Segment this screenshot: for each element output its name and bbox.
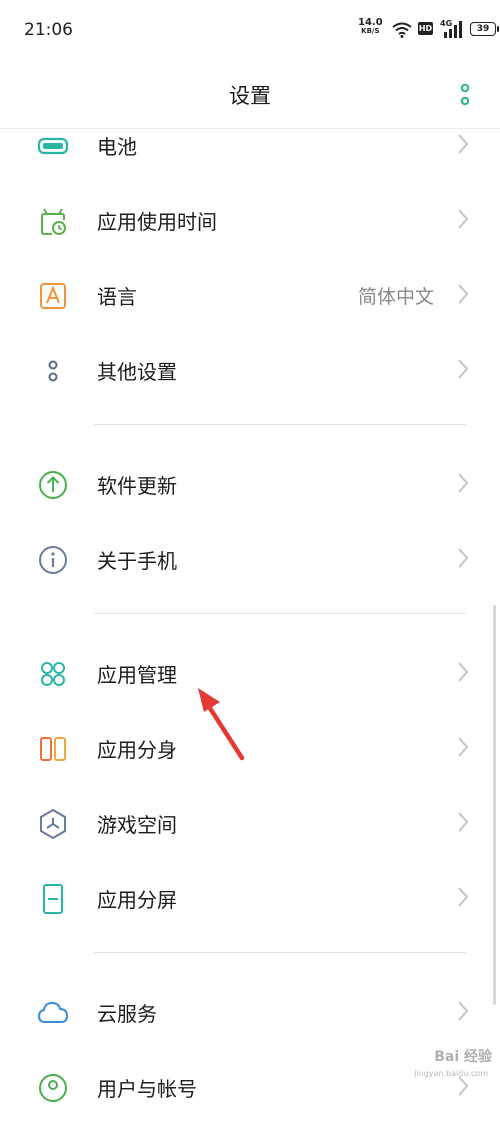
settings-item-other-settings[interactable]: 其他设置 <box>0 331 500 406</box>
settings-item-label: 语言 <box>97 285 137 309</box>
language-value: 简体中文 <box>357 286 434 308</box>
chevron-right-icon <box>458 662 469 682</box>
settings-item-label: 游戏空间 <box>97 813 177 837</box>
settings-item-label: 应用管理 <box>97 663 177 687</box>
settings-item-about-phone[interactable]: 关于手机 <box>0 520 500 595</box>
chevron-right-icon <box>458 359 469 379</box>
status-bar: 21:06 14.0 KB/S HD 4G 39 <box>0 0 500 60</box>
chevron-right-icon <box>458 548 469 568</box>
network-speed-value: 14.0 <box>358 17 383 28</box>
game-space-icon <box>40 808 66 840</box>
user-account-icon <box>39 1074 67 1102</box>
chevron-right-icon <box>458 473 469 493</box>
settings-item-software-update[interactable]: 软件更新 <box>0 445 500 520</box>
settings-item-label: 关于手机 <box>97 549 177 573</box>
settings-item-label: 用户与帐号 <box>97 1077 197 1101</box>
settings-item-language[interactable]: 语言 简体中文 <box>0 256 500 331</box>
settings-item-user-account[interactable]: 用户与帐号 <box>0 1048 500 1123</box>
settings-item-label: 云服务 <box>97 1002 157 1026</box>
language-icon <box>40 283 66 309</box>
battery-icon <box>37 137 69 155</box>
chevron-right-icon <box>458 284 469 304</box>
settings-item-split-screen[interactable]: 应用分屏 <box>0 859 500 934</box>
scrollbar[interactable] <box>493 605 496 1005</box>
cloud-icon <box>37 1001 69 1023</box>
settings-item-label: 应用分屏 <box>97 888 177 912</box>
settings-item-label: 应用分身 <box>97 738 177 762</box>
settings-item-game-space[interactable]: 游戏空间 <box>0 784 500 859</box>
network-speed: 14.0 KB/S <box>358 18 383 36</box>
status-time: 21:06 <box>24 20 73 40</box>
settings-item-screen-time[interactable]: 应用使用时间 <box>0 181 500 256</box>
chevron-right-icon <box>458 737 469 757</box>
chevron-right-icon <box>458 209 469 229</box>
settings-item-cloud-service[interactable]: 云服务 <box>0 973 500 1048</box>
network-speed-unit: KB/S <box>361 27 380 35</box>
info-icon <box>39 546 67 574</box>
app-clone-icon <box>40 737 66 761</box>
chevron-right-icon <box>458 134 469 154</box>
section-divider <box>94 952 466 953</box>
hd-badge: HD <box>418 22 433 35</box>
section-divider <box>94 424 466 425</box>
split-screen-icon <box>43 884 63 914</box>
more-vertical-icon[interactable] <box>458 82 472 108</box>
update-icon <box>39 471 67 499</box>
settings-item-label: 其他设置 <box>97 360 177 384</box>
watermark-url: jingyan.baidu.com <box>414 1069 488 1078</box>
watermark: Bai 经验 <box>434 1049 492 1065</box>
settings-item-label: 应用使用时间 <box>97 210 217 234</box>
chevron-right-icon <box>458 812 469 832</box>
wifi-icon <box>392 22 412 38</box>
annotation-arrow-icon <box>198 688 245 761</box>
settings-item-battery[interactable]: 电池 <box>0 106 500 181</box>
other-settings-icon <box>48 360 58 382</box>
settings-item-label: 软件更新 <box>97 474 177 498</box>
chevron-right-icon <box>458 887 469 907</box>
apps-icon <box>41 662 65 686</box>
section-divider <box>94 613 466 614</box>
screen-time-icon <box>41 208 66 235</box>
settings-item-label: 电池 <box>97 135 137 159</box>
chevron-right-icon <box>458 1001 469 1021</box>
battery-indicator: 39 <box>470 22 499 36</box>
